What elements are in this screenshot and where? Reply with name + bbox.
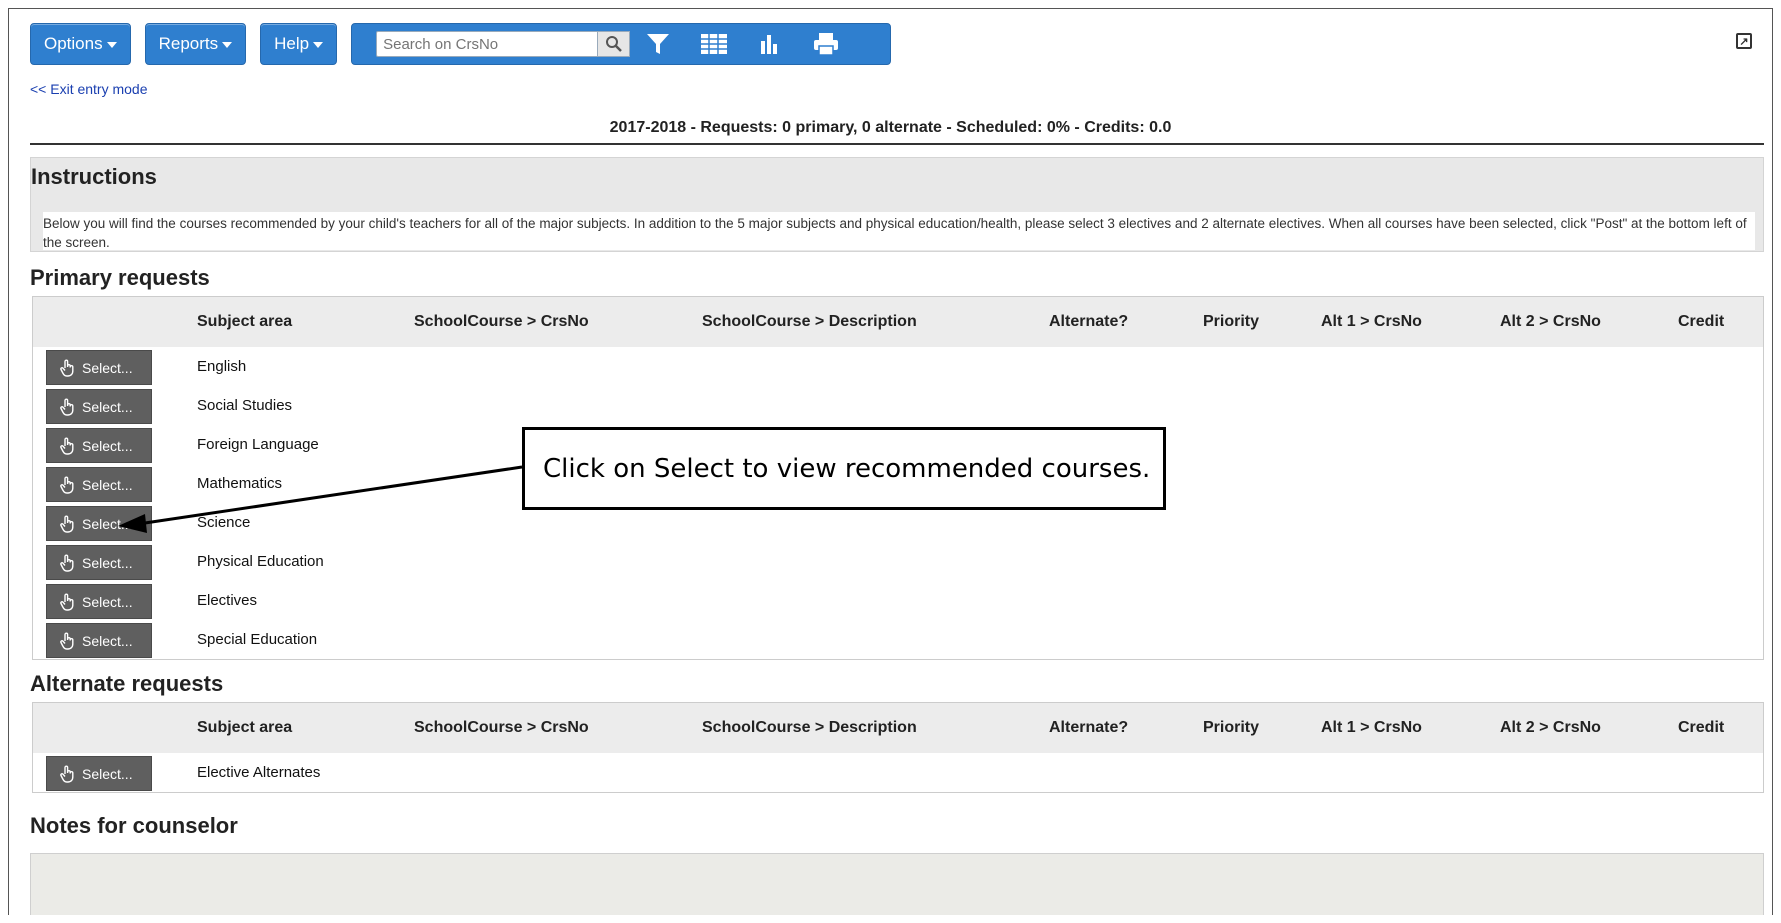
chart-icon: [761, 35, 778, 54]
search-toolbar: [351, 23, 892, 65]
select-button[interactable]: Select...: [46, 545, 152, 580]
print-icon: [814, 33, 839, 56]
notes-title: Notes for counselor: [30, 813, 238, 838]
hand-pointer-icon: [60, 765, 74, 783]
col-subject-area[interactable]: Subject area: [197, 297, 292, 347]
select-button-label: Select...: [82, 632, 133, 649]
toolbar: Options Reports Help: [30, 23, 892, 65]
select-button-label: Select...: [82, 554, 133, 571]
col-credit[interactable]: Credit: [1678, 703, 1724, 753]
alternate-requests-title: Alternate requests: [30, 671, 224, 696]
table-row: Select... Social Studies: [33, 386, 1763, 425]
subject-area-cell: Elective Alternates: [197, 764, 321, 781]
search-input[interactable]: [376, 31, 599, 57]
help-menu-button[interactable]: Help: [260, 23, 338, 65]
select-button-label: Select...: [82, 359, 133, 376]
notes-textarea[interactable]: [30, 853, 1764, 915]
table-row: Select... Elective Alternates: [33, 753, 1763, 792]
alternate-rows: Select... Elective Alternates: [33, 753, 1763, 792]
subject-area-cell: Foreign Language: [197, 436, 319, 453]
popout-icon[interactable]: ↗: [1736, 33, 1752, 49]
select-button-label: Select...: [82, 476, 133, 493]
select-button-label: Select...: [82, 437, 133, 454]
subject-area-cell: Special Education: [197, 631, 318, 648]
caret-down-icon: [222, 42, 233, 48]
table-header: Subject area SchoolCourse > CrsNo School…: [33, 703, 1763, 753]
hand-pointer-icon: [60, 437, 74, 455]
options-menu-button[interactable]: Options: [30, 23, 131, 65]
instructions-panel: Instructions Below you will find the cou…: [30, 157, 1764, 252]
col-priority[interactable]: Priority: [1203, 703, 1259, 753]
divider: [30, 143, 1764, 145]
col-alt1-crsno[interactable]: Alt 1 > CrsNo: [1321, 703, 1422, 753]
callout-box: Click on Select to view recommended cour…: [522, 427, 1166, 510]
table-row: Select... English: [33, 347, 1763, 386]
col-crsno[interactable]: SchoolCourse > CrsNo: [414, 297, 589, 347]
hand-pointer-icon: [60, 632, 74, 650]
options-label: Options: [44, 34, 103, 53]
hand-pointer-icon: [60, 359, 74, 377]
select-button[interactable]: Select...: [46, 467, 152, 502]
caret-down-icon: [106, 42, 117, 48]
select-button[interactable]: Select...: [46, 350, 152, 385]
select-button-label: Select...: [82, 765, 133, 782]
select-button[interactable]: Select...: [46, 389, 152, 424]
search-button[interactable]: [598, 31, 631, 57]
exit-entry-mode-link[interactable]: << Exit entry mode: [30, 81, 148, 97]
col-priority[interactable]: Priority: [1203, 297, 1259, 347]
col-crsno[interactable]: SchoolCourse > CrsNo: [414, 703, 589, 753]
callout-text: Click on Select to view recommended cour…: [543, 453, 1151, 484]
col-credit[interactable]: Credit: [1678, 297, 1724, 347]
primary-requests-title: Primary requests: [30, 265, 210, 290]
col-alt1-crsno[interactable]: Alt 1 > CrsNo: [1321, 297, 1422, 347]
col-description[interactable]: SchoolCourse > Description: [702, 297, 917, 347]
table-row: Select... Special Education: [33, 620, 1763, 659]
chart-button[interactable]: [742, 23, 798, 65]
hand-pointer-icon: [60, 398, 74, 416]
subject-area-cell: Science: [197, 514, 251, 531]
instructions-title: Instructions: [31, 164, 157, 189]
col-subject-area[interactable]: Subject area: [197, 703, 292, 753]
table-row: Select... Electives: [33, 581, 1763, 620]
hand-pointer-icon: [60, 515, 74, 533]
search-icon: [605, 36, 622, 52]
select-button-label: Select...: [82, 593, 133, 610]
col-alternate[interactable]: Alternate?: [1049, 297, 1128, 347]
instructions-text: Below you will find the courses recommen…: [43, 212, 1755, 250]
select-button[interactable]: Select...: [46, 506, 152, 541]
help-label: Help: [274, 34, 310, 53]
hand-pointer-icon: [60, 593, 74, 611]
alternate-requests-table: Subject area SchoolCourse > CrsNo School…: [32, 702, 1764, 793]
select-button[interactable]: Select...: [46, 428, 152, 463]
filter-button[interactable]: [630, 23, 686, 65]
select-button[interactable]: Select...: [46, 756, 152, 791]
grid-icon: [701, 34, 728, 54]
select-button[interactable]: Select...: [46, 623, 152, 658]
select-button[interactable]: Select...: [46, 584, 152, 619]
summary-line: 2017-2018 - Requests: 0 primary, 0 alter…: [609, 119, 1172, 136]
col-alternate[interactable]: Alternate?: [1049, 703, 1128, 753]
subject-area-cell: English: [197, 358, 247, 375]
col-description[interactable]: SchoolCourse > Description: [702, 703, 917, 753]
hand-pointer-icon: [60, 554, 74, 572]
caret-down-icon: [313, 42, 324, 48]
reports-menu-button[interactable]: Reports: [144, 23, 247, 65]
grid-view-button[interactable]: [686, 23, 742, 65]
hand-pointer-icon: [60, 476, 74, 494]
subject-area-cell: Social Studies: [197, 397, 293, 414]
subject-area-cell: Electives: [197, 592, 258, 609]
subject-area-cell: Mathematics: [197, 475, 283, 492]
subject-area-cell: Physical Education: [197, 553, 324, 570]
reports-label: Reports: [158, 34, 219, 53]
table-header: Subject area SchoolCourse > CrsNo School…: [33, 297, 1763, 347]
select-button-label: Select...: [82, 515, 133, 532]
filter-icon: [647, 34, 670, 54]
table-row: Select... Physical Education: [33, 542, 1763, 581]
col-alt2-crsno[interactable]: Alt 2 > CrsNo: [1500, 297, 1601, 347]
print-button[interactable]: [798, 23, 854, 65]
select-button-label: Select...: [82, 398, 133, 415]
col-alt2-crsno[interactable]: Alt 2 > CrsNo: [1500, 703, 1601, 753]
